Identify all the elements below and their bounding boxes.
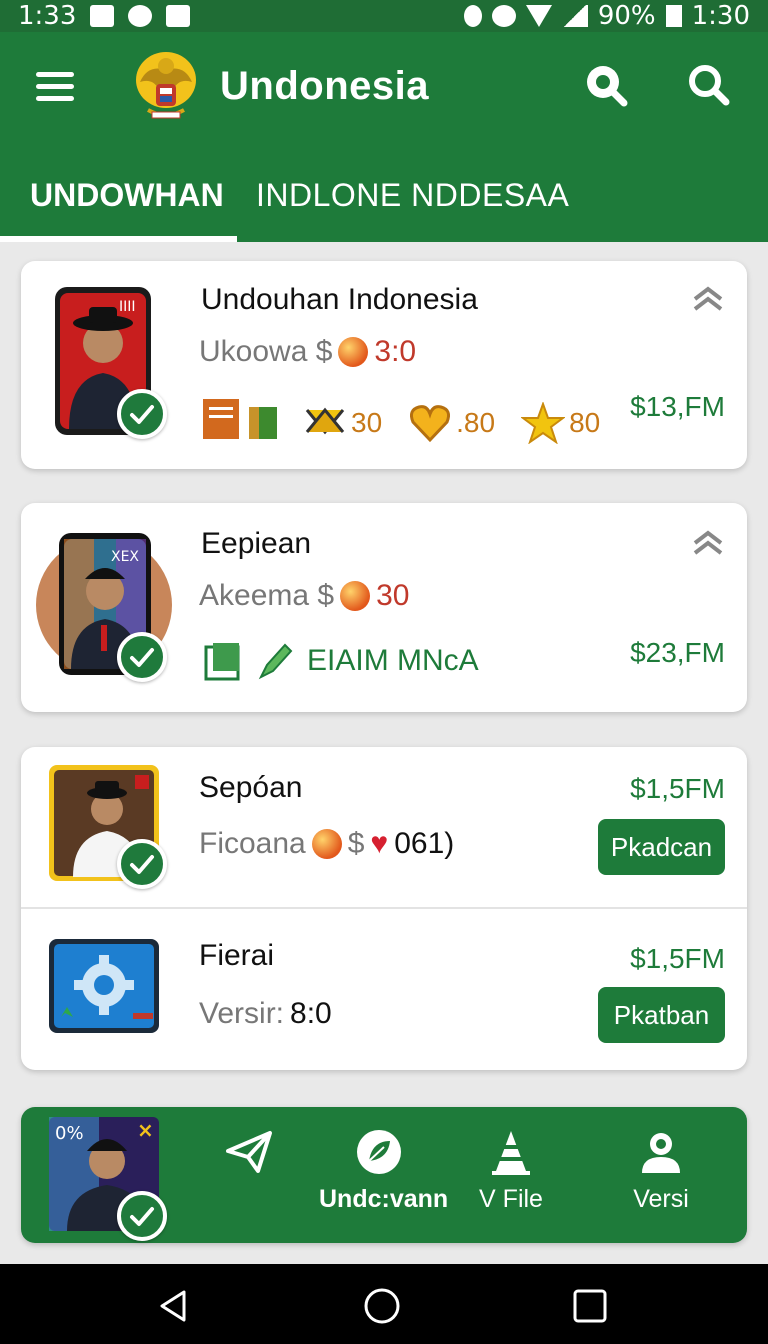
collapse-chevron-icon[interactable] <box>691 283 725 313</box>
nav-label: Undc:vann <box>319 1185 449 1213</box>
alarm-icon <box>491 5 516 27</box>
svg-text:×: × <box>137 1118 154 1142</box>
status-time-left: 1:33 <box>18 1 77 31</box>
tab-undowhan[interactable]: UNDOWHAN <box>0 172 237 242</box>
cone-icon <box>492 1131 530 1175</box>
nav-label: Versi <box>633 1185 689 1213</box>
verified-check-icon <box>117 1191 167 1241</box>
star-icon <box>521 401 566 444</box>
subtitle-value: 8:0 <box>290 997 332 1030</box>
nav-label: V File <box>479 1185 543 1213</box>
verified-check-icon <box>117 632 167 682</box>
item-title: Sepóan <box>199 771 303 804</box>
search-icon[interactable] <box>686 62 732 108</box>
nav-send[interactable] <box>189 1127 309 1227</box>
item-subtitle: Versir: 8:0 <box>199 997 332 1031</box>
garuda-emblem-logo <box>134 48 198 124</box>
nav-versi[interactable]: Versi <box>601 1127 721 1227</box>
item-price: $1,5FM <box>630 773 725 804</box>
app-title: Undonesia <box>220 64 429 108</box>
app-bar: Undonesia UNDOWHAN INDLONE NDDESAA <box>0 32 768 242</box>
app-list-card: Sepóan Ficoana $ ♥ 061) $1,5FM Pkadcan Fi… <box>21 747 747 1070</box>
leaf-circle-icon <box>357 1130 401 1174</box>
search-badge-icon[interactable] <box>583 62 629 108</box>
item-subtitle: Ficoana $ ♥ 061) <box>199 827 455 860</box>
coin-icon <box>340 581 371 611</box>
thumb-label: XEX <box>111 549 139 565</box>
notification-icon <box>90 5 115 27</box>
stat-value: 30 <box>351 406 383 438</box>
subtitle-value: 30 <box>376 579 410 612</box>
item-title: Fierai <box>199 939 275 972</box>
thumb-label: IIII <box>119 299 136 315</box>
card-stats: 30 .80 80 <box>203 397 600 448</box>
tab-indlone-nddesaa[interactable]: INDLONE NDDESAA <box>256 172 569 242</box>
tab-bar: UNDOWHAN INDLONE NDDESAA <box>0 172 768 242</box>
signal-icon <box>561 5 588 27</box>
send-icon <box>226 1131 272 1173</box>
stat-value: .80 <box>456 406 496 438</box>
stat-value: 80 <box>569 406 601 438</box>
battery-percent: 90% <box>597 1 656 31</box>
recents-icon[interactable] <box>570 1286 610 1326</box>
coin-icon <box>338 337 369 367</box>
card-subtitle: Ukoowa $ 3:0 <box>199 335 416 369</box>
verified-check-icon <box>117 389 167 439</box>
back-icon[interactable] <box>154 1286 194 1326</box>
subtitle-value: 3:0 <box>374 335 417 368</box>
heart-outline-icon <box>410 404 451 442</box>
status-time-right: 1:30 <box>691 1 750 31</box>
settings-app-thumbnail <box>49 939 159 1033</box>
ribbon-icon <box>305 407 345 434</box>
list-item[interactable]: Sepóan Ficoana $ ♥ 061) $1,5FM Pkadcan <box>21 747 747 907</box>
heart-icon: ♥ <box>370 827 389 860</box>
subtitle-text: Ficoana <box>199 827 306 860</box>
stat-ribbon: 30 <box>303 402 382 444</box>
coin-icon <box>311 829 342 859</box>
status-bar: 1:33 90% 1:30 <box>0 0 768 32</box>
menu-icon[interactable] <box>36 72 74 104</box>
edit-icon <box>166 5 191 27</box>
subtitle-text: Ukoowa $ <box>199 335 333 368</box>
pencil-icon <box>258 643 293 680</box>
home-icon[interactable] <box>362 1286 402 1326</box>
nav-v-file[interactable]: V File <box>451 1127 571 1227</box>
thumb-label: 0% <box>55 1123 84 1144</box>
app-card[interactable]: IIII Undouhan Indonesia Ukoowa $ 3:0 30 … <box>21 261 747 469</box>
card-title: Undouhan Indonesia <box>201 283 478 316</box>
list-item[interactable]: Fierai Versir: 8:0 $1,5FM Pkatban <box>21 909 747 1069</box>
card-price: $23,FM <box>630 637 725 668</box>
stat-star: 80 <box>521 401 601 444</box>
verified-check-icon <box>117 839 167 889</box>
item-action-button[interactable]: Pkadcan <box>598 819 725 875</box>
card-tags: EIAIM MNcA <box>203 641 479 681</box>
subtitle-value: 061) <box>394 827 455 860</box>
document-icon <box>204 643 240 681</box>
app-card[interactable]: XEX Eepiean Akeema $ 30 EIAIM MNcA $23,F… <box>21 503 747 712</box>
bluetooth-icon <box>463 5 482 27</box>
card-title: Eepiean <box>201 527 312 560</box>
battery-icon <box>665 5 682 27</box>
book-icon <box>203 397 277 448</box>
user-icon <box>642 1133 680 1173</box>
tab-indicator <box>0 236 237 242</box>
subtitle-text: Versir: <box>199 997 285 1030</box>
item-price: $1,5FM <box>630 943 725 974</box>
system-navigation-bar <box>0 1264 768 1344</box>
collapse-chevron-icon[interactable] <box>691 527 725 557</box>
wifi-icon <box>525 5 552 27</box>
item-action-button[interactable]: Pkatban <box>598 987 725 1043</box>
tag-text: EIAIM MNcA <box>307 644 479 677</box>
stat-heart: .80 <box>408 402 495 444</box>
nav-undcvann[interactable]: Undc:vann <box>319 1127 448 1227</box>
subtitle-text: Akeema $ <box>199 579 335 612</box>
card-price: $13,FM <box>630 391 725 422</box>
card-subtitle: Akeema $ 30 <box>199 579 409 613</box>
bottom-navigation: 0% × Undc:vann V File Versi <box>21 1107 747 1243</box>
messenger-icon <box>128 5 153 27</box>
